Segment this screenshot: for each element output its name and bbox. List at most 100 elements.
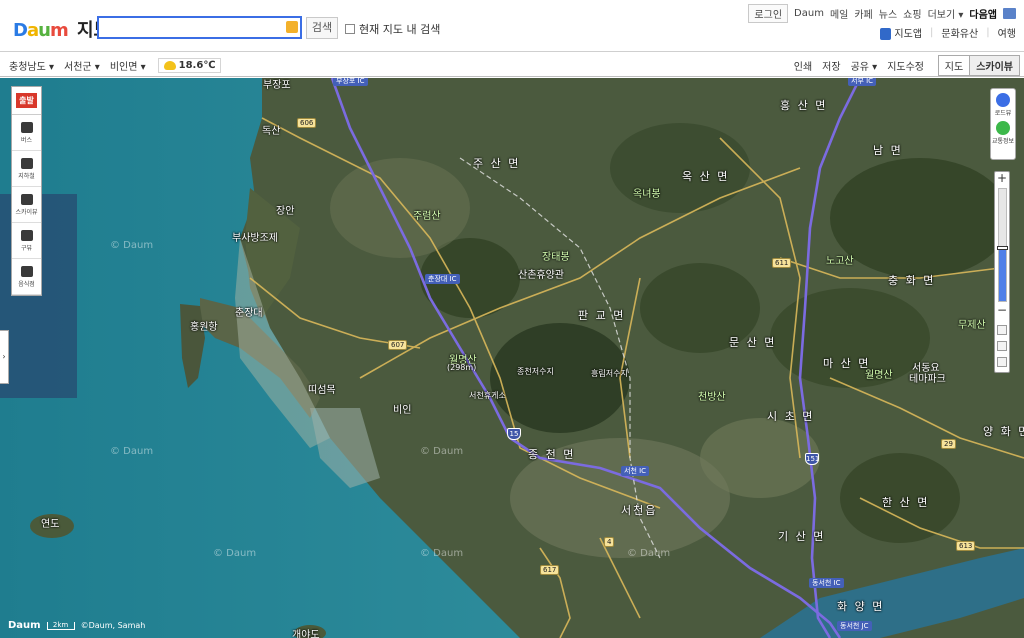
place-label[interactable]: 춘장대 (235, 304, 263, 319)
divider: | (930, 27, 934, 38)
mountain-label[interactable]: 무제산 (958, 316, 986, 331)
district-label[interactable]: 화 양 면 (837, 598, 884, 614)
traffic-icon[interactable] (996, 121, 1010, 135)
district-label[interactable]: 마 산 면 (823, 355, 870, 371)
start-button[interactable]: 출발 (12, 87, 41, 115)
district-label[interactable]: 기 산 면 (778, 528, 825, 544)
map-app-link[interactable]: 지도앱 (880, 25, 922, 40)
interchange-label[interactable]: 서천 IC (621, 466, 650, 476)
keyboard-icon[interactable] (286, 21, 298, 33)
link-cafe[interactable]: 카페 (854, 6, 872, 21)
mountain-label[interactable]: 월명산 (865, 366, 893, 381)
region-county[interactable]: 서천군 ▾ (64, 58, 100, 73)
district-label[interactable]: 주 산 면 (473, 155, 520, 171)
skyview-tool-button[interactable]: 스카이뷰 (12, 187, 41, 223)
daum-logo[interactable]: Daum 지도 (13, 16, 110, 42)
traffic-label[interactable]: 교통정보 (991, 136, 1015, 145)
zoom-handle[interactable] (997, 246, 1008, 251)
panel-toggle-button[interactable]: › (0, 330, 9, 384)
ruler-icon[interactable] (997, 325, 1007, 335)
current-map-search[interactable]: 현재 지도 내 검색 (345, 21, 440, 37)
district-label[interactable]: 옥 산 면 (682, 168, 729, 184)
zoom-in-button[interactable]: + (995, 172, 1009, 186)
mountain-label[interactable]: 천방산 (698, 388, 726, 403)
daum-app-link[interactable]: 다음앱 (969, 6, 997, 21)
mountain-label[interactable]: 노고산 (826, 252, 854, 267)
interchange-label[interactable]: 서부 IC (848, 78, 877, 86)
interchange-label[interactable]: 춘장대 IC (425, 274, 460, 284)
zoom-out-button[interactable]: − (995, 304, 1009, 318)
subway-button[interactable]: 지하철 (12, 151, 41, 187)
route-badge: 29 (941, 439, 956, 449)
footer-logo: Daum (8, 620, 41, 631)
link-news[interactable]: 뉴스 (879, 6, 897, 21)
restaurant-button[interactable]: 음식점 (12, 259, 41, 295)
region-province[interactable]: 충청남도 ▾ (9, 58, 54, 73)
roadview-label[interactable]: 로드뷰 (991, 108, 1015, 117)
bus-button[interactable]: 버스 (12, 115, 41, 151)
place-label[interactable]: 비인 (393, 401, 411, 416)
link-shopping[interactable]: 쇼핑 (903, 6, 921, 21)
place-label[interactable]: 부장포 (263, 78, 291, 91)
poi-label[interactable]: 서천휴게소 (469, 390, 506, 401)
place-label[interactable]: 장안 (276, 202, 294, 217)
weather-badge[interactable]: 18.6℃ (157, 58, 222, 73)
edit-map-button[interactable]: 지도수정 (887, 58, 924, 73)
heritage-link[interactable]: 문화유산 (941, 25, 978, 40)
interchange-label[interactable]: 동서천 JC (837, 621, 872, 631)
skyview-button[interactable]: 스카이뷰 (969, 56, 1019, 75)
temperature: 18.6℃ (178, 60, 216, 71)
place-label[interactable]: 개야도 (292, 626, 320, 638)
map-tools: 인쇄 저장 공유 ▾ 지도수정 (794, 58, 924, 73)
district-label[interactable]: 서천읍 (621, 502, 657, 518)
link-more[interactable]: 더보기 ▾ (928, 6, 964, 21)
share-button[interactable]: 공유 ▾ (851, 58, 878, 73)
poi-label[interactable]: 테마파크 (909, 370, 946, 385)
area-icon[interactable] (997, 341, 1007, 351)
mountain-label[interactable]: 장태봉 (542, 248, 570, 263)
link-mail[interactable]: 메일 (830, 6, 848, 21)
link-daum[interactable]: Daum (794, 8, 824, 19)
district-label[interactable]: 남 면 (873, 142, 903, 158)
place-label[interactable]: 홍원항 (190, 318, 218, 333)
place-label[interactable]: 연도 (41, 515, 59, 530)
copyright: ©Daum, Samah (80, 621, 146, 630)
travel-link[interactable]: 여행 (998, 25, 1016, 40)
mountain-label[interactable]: 옥녀봉 (633, 185, 661, 200)
checkbox[interactable] (345, 24, 355, 34)
reservoir-label[interactable]: 종천저수지 (517, 366, 554, 377)
search-input[interactable] (99, 18, 279, 37)
roadview-icon[interactable] (996, 93, 1010, 107)
place-label[interactable]: 독산 (262, 122, 280, 137)
menu-icon[interactable] (1003, 8, 1016, 19)
satellite-map[interactable]: 부장포 독산 장안 부사방조제 춘장대 홍원항 띠섬목 비인 연도 개야도 주 … (0, 78, 1024, 638)
route-badge: 4 (604, 537, 615, 547)
save-button[interactable]: 저장 (822, 58, 840, 73)
district-label[interactable]: 양 화 면 (983, 423, 1024, 439)
login-button[interactable]: 로그인 (748, 4, 789, 23)
reset-icon[interactable] (997, 357, 1007, 367)
district-label[interactable]: 충 화 면 (888, 272, 935, 288)
district-label[interactable]: 시 초 면 (767, 408, 814, 424)
district-label[interactable]: 한 산 면 (882, 494, 929, 510)
place-label[interactable]: 부사방조제 (232, 229, 278, 244)
region-town[interactable]: 비인면 ▾ (110, 58, 146, 73)
district-label[interactable]: 판 교 면 (578, 307, 625, 323)
search-button[interactable]: 검색 (306, 17, 338, 39)
interchange-label[interactable]: 부장포 IC (333, 78, 368, 86)
coupon-button[interactable]: 구뷰 (12, 223, 41, 259)
zoom-slider[interactable] (997, 188, 1008, 302)
district-label[interactable]: 문 산 면 (729, 334, 776, 350)
mountain-label[interactable]: 주렴산 (413, 207, 441, 222)
print-button[interactable]: 인쇄 (794, 58, 812, 73)
reservoir-label[interactable]: 흥림저수지 (591, 368, 628, 379)
district-label[interactable]: 종 천 면 (528, 446, 575, 462)
zoom-control: + − (994, 171, 1010, 373)
interchange-label[interactable]: 동서천 IC (809, 578, 844, 588)
district-label[interactable]: 홍 산 면 (780, 97, 827, 113)
place-label[interactable]: 띠섬목 (308, 381, 336, 396)
highway-shield: 151 (805, 453, 820, 465)
bus-icon (20, 121, 33, 133)
map-view-button[interactable]: 지도 (938, 56, 970, 75)
poi-label[interactable]: 산촌휴양관 (518, 266, 564, 281)
